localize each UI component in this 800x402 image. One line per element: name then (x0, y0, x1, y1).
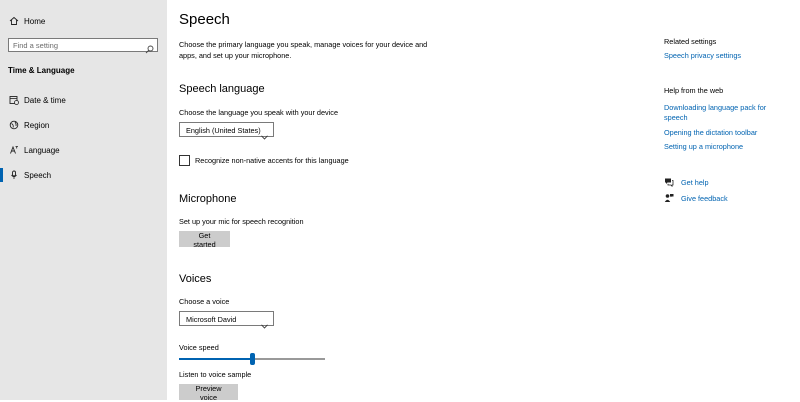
microphone-setup-link[interactable]: Setting up a microphone (664, 142, 784, 152)
page-title: Speech (179, 11, 230, 28)
voice-speed-slider-fill (179, 358, 252, 360)
sidebar-item-label: Language (24, 145, 60, 155)
right-panel: Related settings Speech privacy settings… (664, 0, 800, 400)
speech-language-prompt: Choose the language you speak with your … (179, 108, 339, 117)
microphone-icon (8, 169, 20, 181)
chat-bubble-icon (664, 177, 674, 187)
main-content: Speech Choose the primary language you s… (179, 0, 629, 402)
voice-dropdown[interactable]: Microsoft David (179, 311, 274, 329)
search-input[interactable] (13, 39, 138, 51)
sidebar: Home Time & Language Date & time Region … (0, 0, 167, 400)
help-heading: Help from the web (664, 86, 724, 95)
home-icon (8, 15, 20, 27)
sidebar-item-label: Region (24, 120, 50, 130)
voice-prompt: Choose a voice (179, 297, 230, 306)
search-box[interactable] (8, 38, 158, 54)
sidebar-item-region[interactable]: Region (0, 114, 167, 136)
preview-voice-button[interactable]: Preview voice (179, 384, 238, 402)
non-native-accents-checkbox[interactable] (179, 155, 190, 166)
voice-speed-slider-thumb[interactable] (250, 353, 255, 365)
sidebar-item-label: Home (24, 16, 46, 26)
non-native-accents-label: Recognize non-native accents for this la… (195, 156, 349, 165)
sidebar-item-speech[interactable]: Speech (0, 164, 167, 186)
section-title: Time & Language (8, 66, 75, 75)
dropdown-value: English (United States) (186, 126, 261, 135)
give-feedback-link[interactable]: Give feedback (664, 192, 728, 204)
get-started-button[interactable]: Get started (179, 231, 230, 249)
globe-icon (8, 119, 20, 131)
chevron-down-icon (261, 316, 268, 329)
dropdown-value: Microsoft David (186, 315, 237, 324)
related-settings-heading: Related settings (664, 37, 717, 46)
sidebar-item-date-time[interactable]: Date & time (0, 89, 167, 111)
give-feedback-label: Give feedback (681, 193, 728, 203)
get-help-link[interactable]: Get help (664, 176, 709, 188)
voices-heading: Voices (179, 273, 212, 285)
voice-sample-label: Listen to voice sample (179, 370, 252, 379)
calendar-clock-icon (8, 94, 20, 106)
get-help-label: Get help (681, 177, 709, 187)
page-description: Choose the primary language you speak, m… (179, 40, 428, 60)
active-indicator (0, 168, 3, 182)
voice-speed-label: Voice speed (179, 343, 219, 352)
microphone-prompt: Set up your mic for speech recognition (179, 217, 304, 226)
sidebar-item-language[interactable]: Language (0, 139, 167, 161)
sidebar-item-label: Speech (24, 170, 52, 180)
dictation-toolbar-link[interactable]: Opening the dictation toolbar (664, 128, 784, 138)
sidebar-item-label: Date & time (24, 95, 66, 105)
feedback-person-icon (664, 193, 674, 203)
microphone-heading: Microphone (179, 193, 237, 205)
search-icon[interactable] (145, 41, 154, 54)
language-icon (8, 144, 20, 156)
chevron-down-icon (261, 127, 268, 140)
speech-privacy-link[interactable]: Speech privacy settings (664, 51, 784, 61)
speech-language-dropdown[interactable]: English (United States) (179, 122, 274, 140)
language-pack-link[interactable]: Downloading language pack for speech (664, 103, 784, 123)
sidebar-item-home[interactable]: Home (0, 10, 167, 32)
speech-language-heading: Speech language (179, 83, 265, 95)
